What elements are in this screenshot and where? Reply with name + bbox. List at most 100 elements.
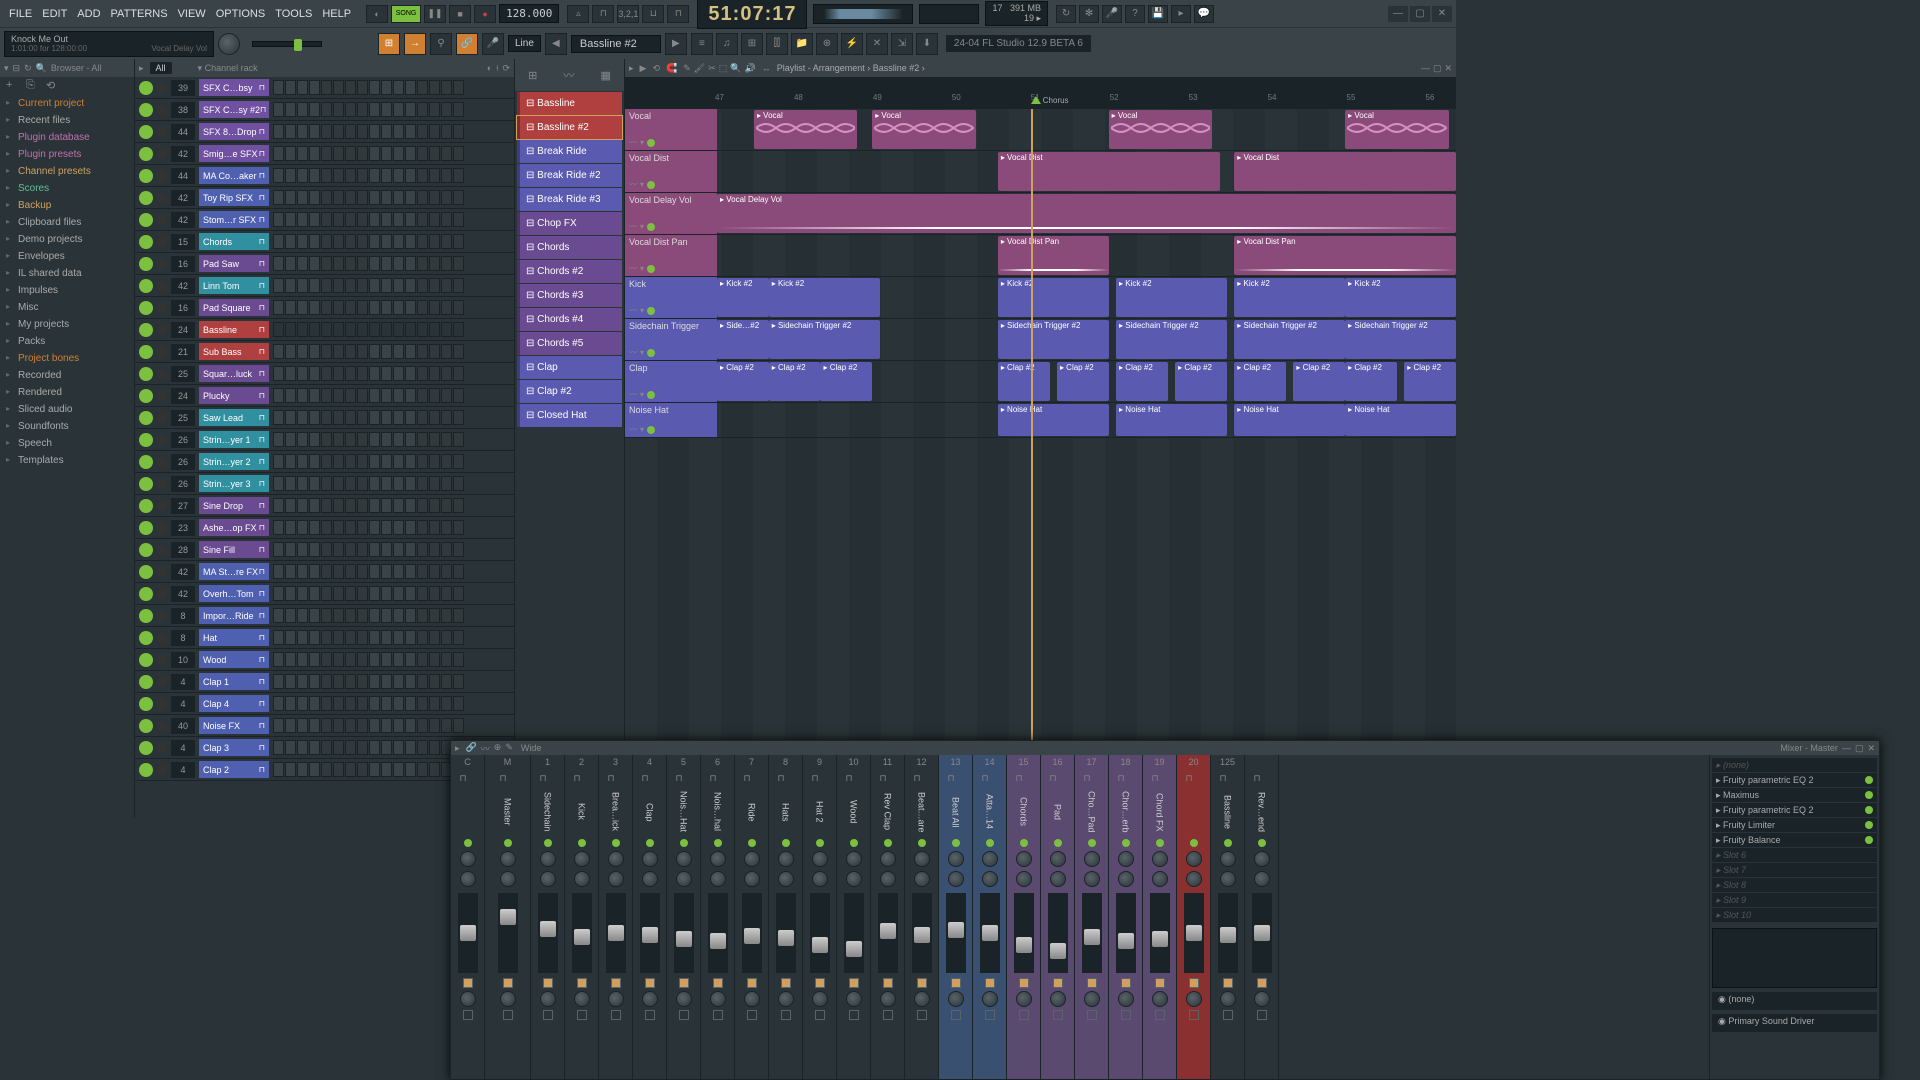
channel-button[interactable]: Clap 1⊓ [199, 673, 269, 690]
strip-icon[interactable]: ⊓ [710, 773, 726, 785]
step-cell[interactable] [429, 674, 440, 689]
maximize-button[interactable]: ▢ [1410, 6, 1430, 22]
pan-knob[interactable] [1118, 851, 1134, 867]
strip-enable-led[interactable] [578, 839, 586, 847]
step-cell[interactable] [297, 212, 308, 227]
send-dock[interactable] [463, 1010, 473, 1020]
track-header[interactable]: Vocal〰▾ [625, 109, 715, 150]
step-cell[interactable] [393, 564, 404, 579]
step-cell[interactable] [333, 564, 344, 579]
channel-mute-button[interactable] [139, 543, 153, 557]
step-cell[interactable] [285, 256, 296, 271]
strip-name[interactable]: Sidechain [543, 787, 553, 837]
step-cell[interactable] [297, 674, 308, 689]
strip-icon[interactable]: ⊓ [1254, 773, 1270, 785]
step-grid[interactable] [273, 542, 464, 557]
menu-file[interactable]: FILE [4, 5, 37, 23]
step-cell[interactable] [357, 608, 368, 623]
send-knob[interactable] [880, 991, 896, 1007]
strip-name[interactable]: Clap [645, 787, 655, 837]
channel-select-dot[interactable] [157, 523, 167, 533]
strip-enable-led[interactable] [1156, 839, 1164, 847]
volume-fader[interactable] [1116, 893, 1136, 973]
step-cell[interactable] [381, 762, 392, 777]
strip-enable-led[interactable] [544, 839, 552, 847]
volume-fader[interactable] [912, 893, 932, 973]
step-cell[interactable] [417, 542, 428, 557]
step-grid[interactable] [273, 740, 464, 755]
render-icon[interactable]: ▸ [1171, 5, 1191, 23]
step-cell[interactable] [321, 388, 332, 403]
clip[interactable]: ▸ Sidechain Trigger #2 [998, 320, 1109, 359]
collapse-icon[interactable]: ⊟ [13, 63, 21, 74]
step-cell[interactable] [273, 630, 284, 645]
pattern-item[interactable]: ⊟ Bassline [517, 92, 622, 115]
strip-enable-led[interactable] [1054, 839, 1062, 847]
step-cell[interactable] [441, 652, 452, 667]
step-cell[interactable] [405, 762, 416, 777]
minimize-button[interactable]: — [1388, 6, 1408, 22]
send-knob[interactable] [982, 991, 998, 1007]
strip-name[interactable]: Hat 2 [815, 787, 825, 837]
volume-fader[interactable] [742, 893, 762, 973]
pattern-item[interactable]: ⊟ Chords #4 [517, 308, 622, 331]
send-enable[interactable] [849, 978, 859, 988]
strip-icon[interactable]: ⊓ [574, 773, 590, 785]
step-cell[interactable] [285, 124, 296, 139]
pattern-item[interactable]: ⊟ Break Ride #3 [517, 188, 622, 211]
step-cell[interactable] [285, 146, 296, 161]
pl-menu-icon[interactable]: ▸ [629, 63, 634, 74]
volume-fader[interactable] [572, 893, 592, 973]
pattern-prev-icon[interactable]: ◀ [545, 33, 567, 55]
mixer-strip[interactable]: 6 ⊓ Nois…hal [701, 755, 735, 1079]
pan-knob[interactable] [880, 851, 896, 867]
step-cell[interactable] [453, 608, 464, 623]
menu-help[interactable]: HELP [317, 5, 356, 23]
stereo-knob[interactable] [540, 871, 556, 887]
step-cell[interactable] [273, 520, 284, 535]
step-cell[interactable] [297, 300, 308, 315]
step-cell[interactable] [417, 564, 428, 579]
clip[interactable]: ▸ Vocal Delay Vol [717, 194, 1456, 233]
channel-button[interactable]: Overh…Tom⊓ [199, 585, 269, 602]
step-cell[interactable] [321, 696, 332, 711]
clip[interactable]: ▸ Kick #2 [769, 278, 880, 317]
browser-item[interactable]: Recorded [0, 367, 134, 384]
step-cell[interactable] [345, 454, 356, 469]
channel-fx-route[interactable]: 26 [171, 476, 195, 492]
channel-select-dot[interactable] [157, 589, 167, 599]
step-cell[interactable] [381, 190, 392, 205]
channel-fx-route[interactable]: 42 [171, 212, 195, 228]
step-cell[interactable] [357, 190, 368, 205]
step-cell[interactable] [333, 344, 344, 359]
step-cell[interactable] [333, 630, 344, 645]
channel-mute-button[interactable] [139, 103, 153, 117]
channel-mute-button[interactable] [139, 609, 153, 623]
step-cell[interactable] [297, 498, 308, 513]
channel-mute-button[interactable] [139, 301, 153, 315]
step-cell[interactable] [285, 454, 296, 469]
track-lane[interactable]: ▸ Vocal Dist Pan▸ Vocal Dist Pan [715, 235, 1456, 276]
channel-fx-route[interactable]: 4 [171, 740, 195, 756]
send-enable[interactable] [1189, 978, 1199, 988]
send-dock[interactable] [1121, 1010, 1131, 1020]
pan-knob[interactable] [1152, 851, 1168, 867]
step-cell[interactable] [285, 586, 296, 601]
channel-button[interactable]: Linn Tom⊓ [199, 277, 269, 294]
step-cell[interactable] [369, 498, 380, 513]
step-cell[interactable] [321, 344, 332, 359]
step-cell[interactable] [273, 322, 284, 337]
step-cell[interactable] [273, 300, 284, 315]
step-cell[interactable] [345, 80, 356, 95]
step-cell[interactable] [297, 542, 308, 557]
channel-fx-route[interactable]: 40 [171, 718, 195, 734]
countdown-icon[interactable]: 3,2,1 [617, 5, 639, 23]
step-cell[interactable] [345, 278, 356, 293]
step-cell[interactable] [273, 718, 284, 733]
strip-enable-led[interactable] [612, 839, 620, 847]
pan-knob[interactable] [676, 851, 692, 867]
close-windows-icon[interactable]: ✕ [866, 33, 888, 55]
step-cell[interactable] [333, 432, 344, 447]
channel-mute-button[interactable] [139, 213, 153, 227]
step-cell[interactable] [345, 608, 356, 623]
